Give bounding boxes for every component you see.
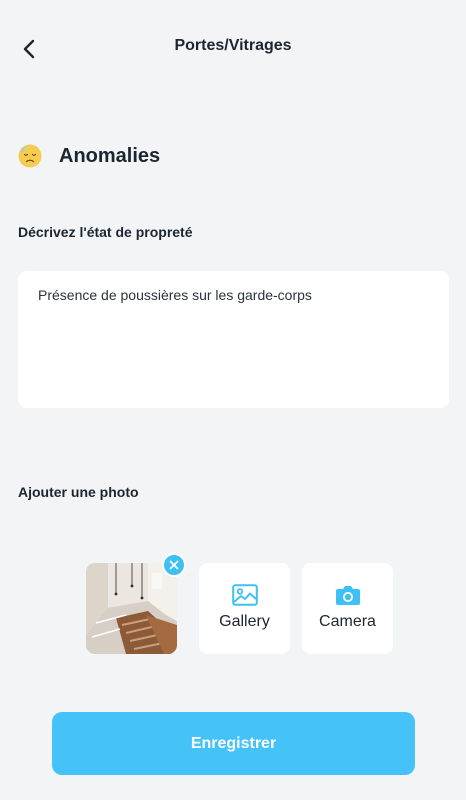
header: Portes/Vitrages — [0, 0, 466, 96]
remove-photo-button[interactable] — [162, 553, 186, 577]
gallery-button[interactable]: Gallery — [199, 563, 290, 654]
description-value: Présence de poussières sur les garde-cor… — [38, 287, 312, 303]
section-title: Anomalies — [59, 144, 161, 167]
save-label: Enregistrer — [190, 734, 277, 752]
close-icon — [169, 560, 179, 570]
image-icon — [231, 584, 258, 606]
sad-face-emoji-icon — [18, 144, 42, 168]
gallery-label: Gallery — [219, 613, 270, 630]
page-title: Portes/Vitrages — [174, 37, 292, 54]
staircase-photo-image — [86, 563, 177, 654]
save-button[interactable]: Enregistrer — [52, 712, 415, 775]
description-textarea[interactable]: Présence de poussières sur les garde-cor… — [18, 271, 449, 408]
section-header: Anomalies — [18, 140, 160, 172]
add-photo-label: Ajouter une photo — [18, 484, 139, 500]
camera-button[interactable]: Camera — [302, 563, 393, 654]
camera-label: Camera — [319, 613, 376, 630]
description-label: Décrivez l'état de propreté — [18, 224, 193, 240]
photo-thumbnail[interactable] — [86, 563, 177, 654]
camera-icon — [335, 586, 360, 605]
